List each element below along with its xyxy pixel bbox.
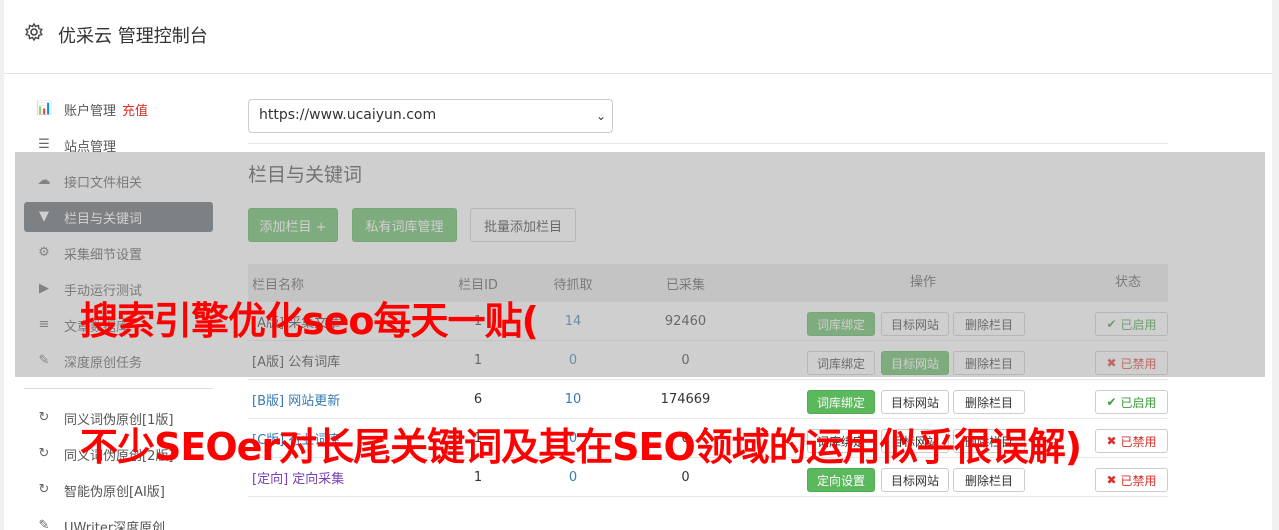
refresh-icon: ↻	[38, 410, 50, 425]
version-tag: [定向]	[252, 471, 289, 487]
target-site-button[interactable]: 目标网站	[881, 390, 949, 414]
status-cell: ✖ 已禁用	[1088, 458, 1168, 496]
bind-lexicon-button[interactable]: 词库绑定	[807, 390, 875, 414]
column-name-cell: [B版] 网站更新	[248, 390, 423, 409]
close-icon: ✖	[1106, 434, 1117, 448]
recharge-link[interactable]: 充值	[122, 100, 148, 119]
edit-icon: ✎	[38, 518, 50, 530]
status-toggle-button[interactable]: ✔ 已启用	[1095, 390, 1168, 414]
watermark-text-1: 搜索引擎优化seo每天一贴(	[80, 299, 539, 343]
pending-cell[interactable]: 0	[533, 470, 613, 485]
bind-lexicon-button[interactable]: 定向设置	[807, 468, 875, 492]
column-id-cell: 6	[473, 391, 483, 407]
refresh-icon: ↻	[38, 482, 50, 497]
sidebar-item-label: 账户管理	[64, 103, 117, 119]
app-title: 优采云 管理控制台	[58, 26, 208, 47]
app-header: 优采云 管理控制台	[4, 0, 1272, 74]
server-icon: ☰	[38, 137, 50, 152]
watermark-text-2: 不少SEOer对长尾关键词及其在SEO领域的运用似乎很误解)	[80, 425, 1082, 469]
status-label: 已启用	[1120, 395, 1157, 410]
site-select-value: https://www.ucaiyun.com	[259, 107, 437, 123]
sidebar-item-label: 智能伪原创[AI版]	[64, 484, 165, 500]
delete-column-button[interactable]: 删除栏目	[953, 468, 1025, 492]
sidebar-divider	[24, 388, 213, 389]
sidebar-item-label: UWriter深度原创	[64, 520, 166, 530]
bar-chart-icon: 📊	[36, 101, 53, 116]
site-select[interactable]: https://www.ucaiyun.com ⌄	[248, 99, 613, 133]
delete-column-button[interactable]: 删除栏目	[953, 390, 1025, 414]
close-icon: ✖	[1106, 473, 1117, 487]
sidebar-item-ai-rewrite[interactable]: ↻ 智能伪原创[AI版]	[24, 475, 213, 505]
chevron-down-icon: ⌄	[595, 109, 606, 123]
sidebar-item-uwriter[interactable]: ✎ UWriter深度原创	[24, 511, 213, 530]
status-toggle-button[interactable]: ✖ 已禁用	[1095, 429, 1168, 453]
status-label: 已禁用	[1120, 473, 1157, 488]
target-site-button[interactable]: 目标网站	[881, 468, 949, 492]
check-icon: ✔	[1106, 395, 1117, 409]
collected-cell: 174669	[660, 391, 711, 407]
sidebar-item-account[interactable]: 📊 账户管理 充值	[24, 94, 213, 124]
column-name: 网站更新	[288, 393, 341, 409]
collected-cell: 0	[681, 469, 690, 485]
divider	[248, 143, 1168, 144]
refresh-icon: ↻	[38, 446, 50, 461]
status-cell: ✖ 已禁用	[1088, 419, 1168, 457]
actions-cell: 词库绑定目标网站删除栏目	[758, 380, 1088, 418]
table-row: [B版] 网站更新 6 10 174669 词库绑定 目标网站 删除栏目 ✔ 已启用	[248, 380, 1168, 419]
status-toggle-button[interactable]: ✖ 已禁用	[1095, 468, 1168, 492]
status-label: 已禁用	[1120, 434, 1157, 449]
column-id-cell: 1	[473, 469, 483, 485]
gear-icon	[25, 22, 43, 42]
column-name: 定向采集	[292, 471, 345, 487]
status-cell: ✔ 已启用	[1088, 380, 1168, 418]
pending-cell[interactable]: 10	[533, 392, 613, 407]
version-tag: [B版]	[252, 393, 285, 409]
